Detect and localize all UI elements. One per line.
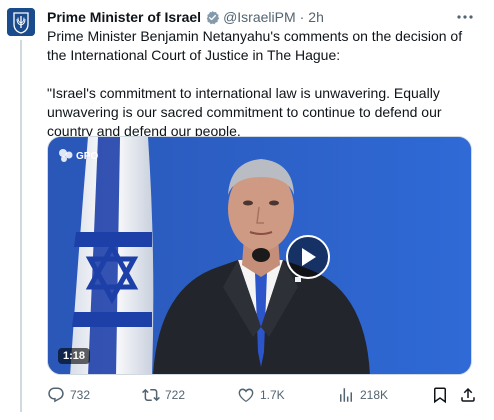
- avatar[interactable]: [7, 8, 35, 36]
- reply-icon: [48, 387, 64, 403]
- post-paragraph: "Israel's commitment to international la…: [47, 85, 442, 139]
- post-text: Prime Minister Benjamin Netanyahu's comm…: [47, 27, 477, 141]
- bookmark-button[interactable]: [431, 384, 454, 406]
- views-count: 218K: [360, 388, 389, 402]
- like-count: 1.7K: [260, 388, 285, 402]
- more-horizontal-icon[interactable]: [455, 9, 475, 25]
- video-frame: [48, 137, 471, 374]
- repost-button[interactable]: 722: [142, 384, 185, 406]
- video-duration: 1:18: [58, 348, 91, 364]
- author-name[interactable]: Prime Minister of Israel: [47, 9, 201, 25]
- like-icon: [238, 388, 254, 403]
- reply-count: 732: [70, 388, 91, 402]
- share-icon: [461, 387, 475, 402]
- share-button[interactable]: [459, 384, 482, 406]
- verified-gray-badge-icon: [205, 10, 220, 25]
- play-icon[interactable]: [286, 235, 330, 279]
- post-header: Prime Minister of Israel @IsraeliPM · 2h: [47, 8, 324, 26]
- action-bar: 732 722 1.7K 218K: [47, 384, 477, 406]
- gpo-logo-icon: [59, 149, 73, 162]
- views-icon: [340, 388, 352, 402]
- repost-icon: [142, 388, 160, 402]
- post-paragraph: Prime Minister Benjamin Netanyahu's comm…: [47, 28, 463, 63]
- views-button[interactable]: 218K: [337, 384, 388, 406]
- gpo-watermark: GPO: [56, 146, 98, 166]
- gpo-watermark-text: GPO: [76, 150, 99, 162]
- video-player[interactable]: GPO 1:18: [47, 136, 472, 375]
- thread-line: [20, 40, 22, 412]
- repost-count: 722: [165, 388, 186, 402]
- author-handle[interactable]: @IsraeliPM: [223, 9, 296, 25]
- bookmark-icon: [434, 387, 446, 404]
- like-button[interactable]: 1.7K: [237, 384, 285, 406]
- separator-dot: ·: [299, 9, 305, 25]
- reply-button[interactable]: 732: [47, 384, 90, 406]
- israel-emblem-icon: [7, 8, 35, 36]
- post-time[interactable]: 2h: [308, 9, 324, 25]
